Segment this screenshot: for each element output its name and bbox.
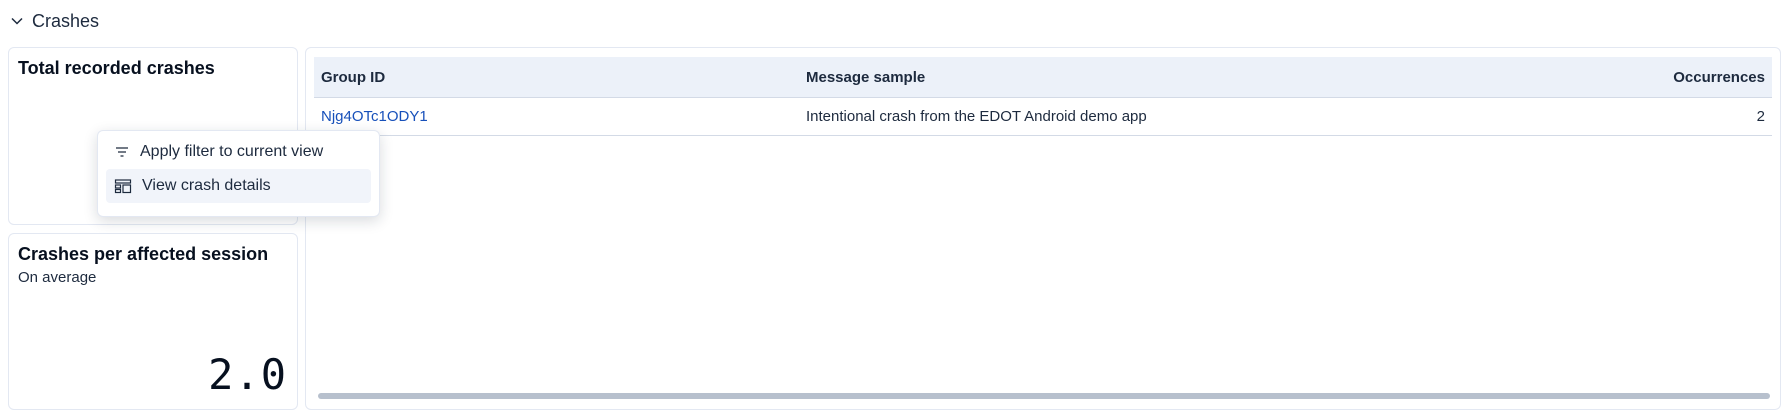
apply-filter-menu-item[interactable]: Apply filter to current view: [106, 135, 371, 169]
message-sample-cell: Intentional crash from the EDOT Android …: [806, 108, 1147, 125]
crashes-per-session-panel: Crashes per affected session On average …: [8, 233, 298, 410]
view-crash-details-menu-item[interactable]: View crash details: [106, 169, 371, 203]
section-toggle-crashes[interactable]: Crashes: [10, 8, 99, 34]
filter-icon: [114, 144, 130, 160]
column-header-message-sample[interactable]: Message sample: [799, 69, 1572, 86]
table-header: Group ID Message sample Occurrences: [314, 57, 1772, 98]
menu-item-label: View crash details: [142, 177, 271, 194]
column-header-occurrences[interactable]: Occurrences: [1572, 69, 1772, 86]
table-row: Njg4OTc1ODY1 Intentional crash from the …: [314, 98, 1772, 136]
column-header-group-id[interactable]: Group ID: [314, 69, 799, 86]
metric-value: 2.0: [208, 350, 287, 399]
horizontal-scrollbar[interactable]: [318, 393, 1770, 399]
crash-groups-table: Group ID Message sample Occurrences Njg4…: [314, 57, 1772, 136]
group-id-cell: Njg4OTc1ODY1: [314, 108, 799, 125]
group-id-link[interactable]: Njg4OTc1ODY1: [321, 108, 428, 125]
panel-subtitle: On average: [18, 269, 97, 286]
crash-groups-table-panel: Group ID Message sample Occurrences Njg4…: [305, 47, 1781, 410]
section-title: Crashes: [32, 10, 100, 31]
occurrences-cell: 2: [1756, 108, 1765, 125]
row-actions-popover: Apply filter to current view View crash …: [97, 130, 380, 217]
table-details-icon: [114, 178, 132, 194]
chevron-down-icon: [10, 14, 24, 28]
panel-title: Total recorded crashes: [18, 58, 215, 78]
menu-item-label: Apply filter to current view: [140, 143, 324, 160]
panel-title: Crashes per affected session: [18, 244, 269, 264]
